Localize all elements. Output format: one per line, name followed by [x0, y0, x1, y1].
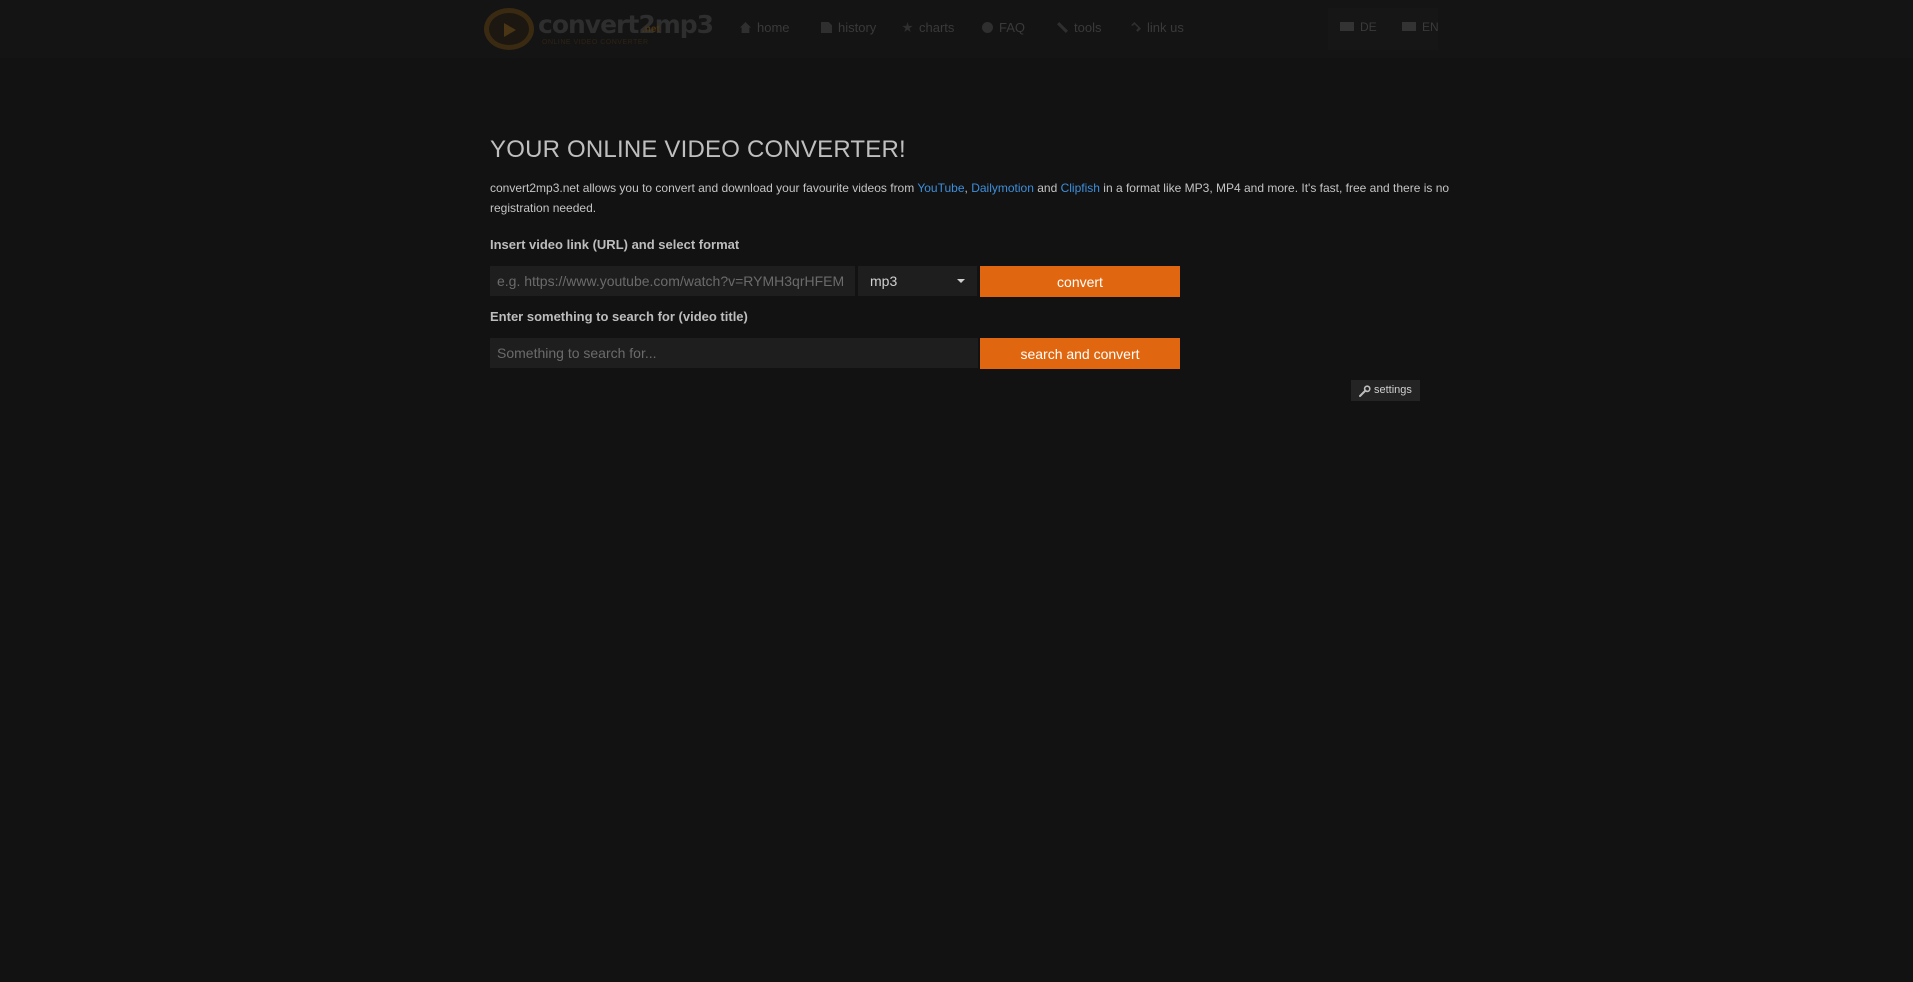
caret-down-icon: [957, 279, 965, 283]
nav-link-label: home: [757, 20, 790, 35]
nav-link-link-us[interactable]: link us: [1130, 20, 1184, 35]
convert-button[interactable]: convert: [980, 266, 1180, 297]
url-label: Insert video link (URL) and select forma…: [490, 237, 740, 252]
star-icon: [902, 22, 913, 33]
language-de[interactable]: DE: [1340, 20, 1377, 34]
format-selected-value: mp3: [870, 273, 898, 289]
home-icon: [740, 22, 751, 33]
nav-link-home[interactable]: home: [740, 20, 790, 35]
nav-link-tools[interactable]: tools: [1057, 20, 1101, 35]
question-icon: [982, 22, 993, 33]
search-label: Enter something to search for (video tit…: [490, 309, 748, 324]
link-icon: [1131, 22, 1141, 32]
nav-link-history[interactable]: history: [821, 20, 876, 35]
intro-separator: and: [1033, 181, 1061, 195]
site-logo[interactable]: convert2mp3 .net ONLINE VIDEO CONVERTER: [482, 6, 714, 52]
language-label: DE: [1360, 20, 1377, 34]
language-en[interactable]: EN: [1402, 20, 1439, 34]
nav-link-label: FAQ: [999, 20, 1026, 35]
settings-label: settings: [1374, 384, 1412, 396]
url-input[interactable]: [490, 266, 855, 296]
format-select[interactable]: mp3: [858, 266, 977, 296]
search-and-convert-button[interactable]: search and convert: [980, 338, 1180, 369]
clipfish-link[interactable]: Clipfish: [1061, 181, 1100, 195]
page-title: YOUR ONLINE VIDEO CONVERTER!: [490, 136, 906, 163]
logo-tld: .net: [642, 24, 660, 35]
youtube-link[interactable]: YouTube: [917, 181, 964, 195]
dailymotion-link[interactable]: Dailymotion: [971, 181, 1034, 195]
navbar-inner: convert2mp3 .net ONLINE VIDEO CONVERTER …: [480, 0, 1450, 58]
wrench-icon: [1359, 385, 1371, 397]
tools-icon: [1057, 22, 1068, 33]
nav-link-label: link us: [1147, 20, 1184, 35]
language-label: EN: [1422, 20, 1439, 34]
nav-link-faq[interactable]: FAQ: [982, 20, 1025, 35]
logo-tagline: ONLINE VIDEO CONVERTER: [542, 39, 649, 46]
nav-link-label: charts: [919, 20, 955, 35]
document-icon: [821, 22, 832, 33]
flag-icon: [1340, 22, 1354, 31]
logo-text: convert2mp3: [538, 10, 714, 39]
top-navbar: convert2mp3 .net ONLINE VIDEO CONVERTER …: [0, 0, 1913, 58]
settings-button[interactable]: settings: [1351, 380, 1420, 401]
intro-text: convert2mp3.net allows you to convert an…: [490, 178, 1450, 218]
main-content: YOUR ONLINE VIDEO CONVERTER! convert2mp3…: [490, 130, 1450, 401]
nav-link-label: tools: [1074, 20, 1102, 35]
search-input[interactable]: [490, 338, 978, 368]
flag-icon: [1402, 22, 1416, 31]
nav-link-label: history: [838, 20, 877, 35]
nav-link-charts[interactable]: charts: [902, 20, 954, 35]
play-logo-icon: [484, 8, 534, 50]
intro-text-start: convert2mp3.net allows you to convert an…: [490, 181, 918, 195]
